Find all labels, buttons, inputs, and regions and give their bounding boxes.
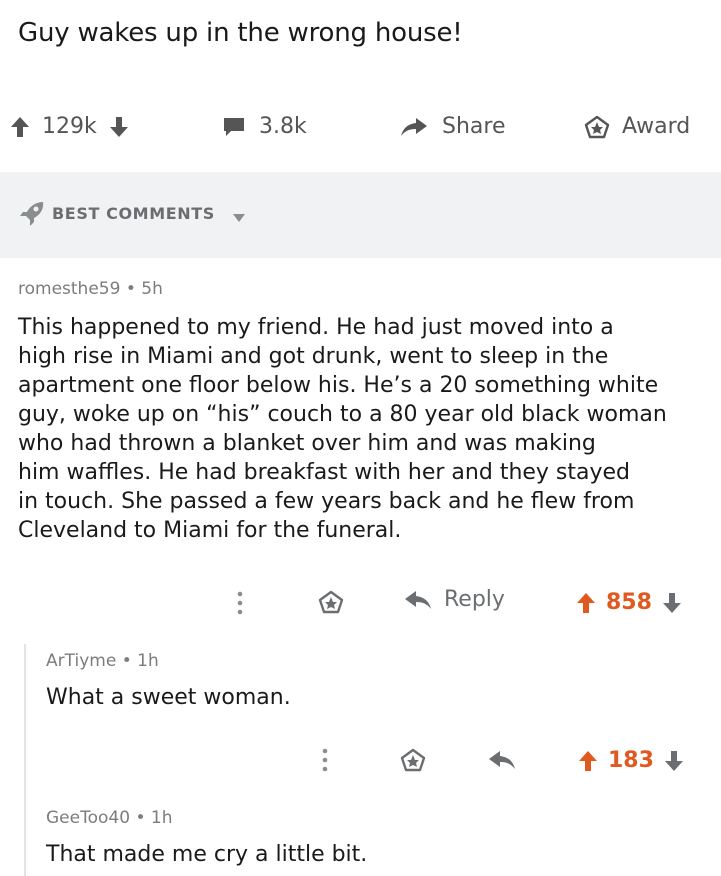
comment-1-vote-group: 858	[576, 590, 682, 615]
caret-down-icon[interactable]	[232, 208, 246, 227]
comment-icon	[222, 116, 246, 138]
reply-button[interactable]: Reply	[404, 587, 505, 612]
downvote-arrow-icon[interactable]	[662, 592, 682, 614]
post-title: Guy wakes up in the wrong house!	[18, 18, 463, 48]
upvote-arrow-icon[interactable]	[10, 116, 30, 138]
comment-1-line: him waffles. He had breakfast with her a…	[18, 460, 631, 485]
comment-3-age: 1h	[150, 808, 173, 828]
comment-1-line: apartment one floor below his. He’s a 20…	[18, 373, 659, 398]
comment-1-line: in touch. She passed a few years back an…	[18, 489, 635, 514]
more-vert-icon[interactable]	[322, 747, 328, 777]
thread-line[interactable]	[24, 644, 26, 876]
post-action-bar: 129k 3.8k Share Award	[0, 100, 721, 156]
meta-dot: •	[135, 808, 151, 828]
meta-dot: •	[125, 279, 142, 299]
comment-count: 3.8k	[259, 114, 307, 139]
sort-label[interactable]: BEST COMMENTS	[52, 204, 215, 223]
meta-dot: •	[121, 651, 138, 671]
post-vote-group: 129k	[10, 114, 129, 139]
comment-2-age: 1h	[137, 651, 159, 671]
share-label: Share	[442, 114, 506, 139]
award-button[interactable]: Award	[584, 114, 690, 139]
rocket-icon	[18, 200, 46, 230]
downvote-arrow-icon[interactable]	[109, 116, 129, 138]
comment-1-body: This happened to my friend. He had just …	[18, 313, 718, 545]
comment-3-author[interactable]: GeeToo40	[46, 808, 130, 828]
reply-arrow-icon[interactable]	[488, 749, 516, 775]
comment-2-vote-group: 183	[578, 748, 684, 773]
more-vert-icon[interactable]	[237, 590, 243, 620]
comment-1-line: This happened to my friend. He had just …	[18, 315, 614, 340]
comment-1-line: guy, woke up on “his” couch to a 80 year…	[18, 402, 667, 427]
upvote-arrow-icon[interactable]	[576, 592, 596, 614]
comment-2-meta: ArTiyme • 1h	[46, 651, 159, 671]
reply-arrow-icon	[404, 589, 432, 611]
comment-1-line: who had thrown a blanket over him and wa…	[18, 431, 596, 456]
comment-1-line: high rise in Miami and got drunk, went t…	[18, 344, 609, 369]
comment-1-meta: romesthe59 • 5h	[18, 279, 163, 299]
comment-1-author[interactable]: romesthe59	[18, 279, 120, 299]
share-button[interactable]: Share	[400, 114, 506, 139]
award-label: Award	[622, 114, 691, 139]
comment-1-age: 5h	[141, 279, 163, 299]
comment-3-body: That made me cry a little bit.	[46, 842, 368, 867]
award-icon[interactable]	[400, 748, 426, 776]
share-arrow-icon	[400, 116, 428, 138]
comments-button[interactable]: 3.8k	[222, 114, 307, 139]
reply-label: Reply	[444, 587, 505, 612]
comment-2-body: What a sweet woman.	[46, 685, 291, 710]
comment-1-line: Cleveland to Miami for the funeral.	[18, 518, 402, 543]
comment-2-score: 183	[608, 748, 654, 773]
upvote-arrow-icon[interactable]	[578, 750, 598, 772]
award-icon[interactable]	[318, 590, 344, 618]
comment-3-meta: GeeToo40 • 1h	[46, 808, 172, 828]
comment-2-author[interactable]: ArTiyme	[46, 651, 116, 671]
post-upvote-count: 129k	[42, 114, 97, 139]
comment-1-score: 858	[606, 590, 652, 615]
downvote-arrow-icon[interactable]	[664, 750, 684, 772]
award-icon	[584, 115, 610, 139]
